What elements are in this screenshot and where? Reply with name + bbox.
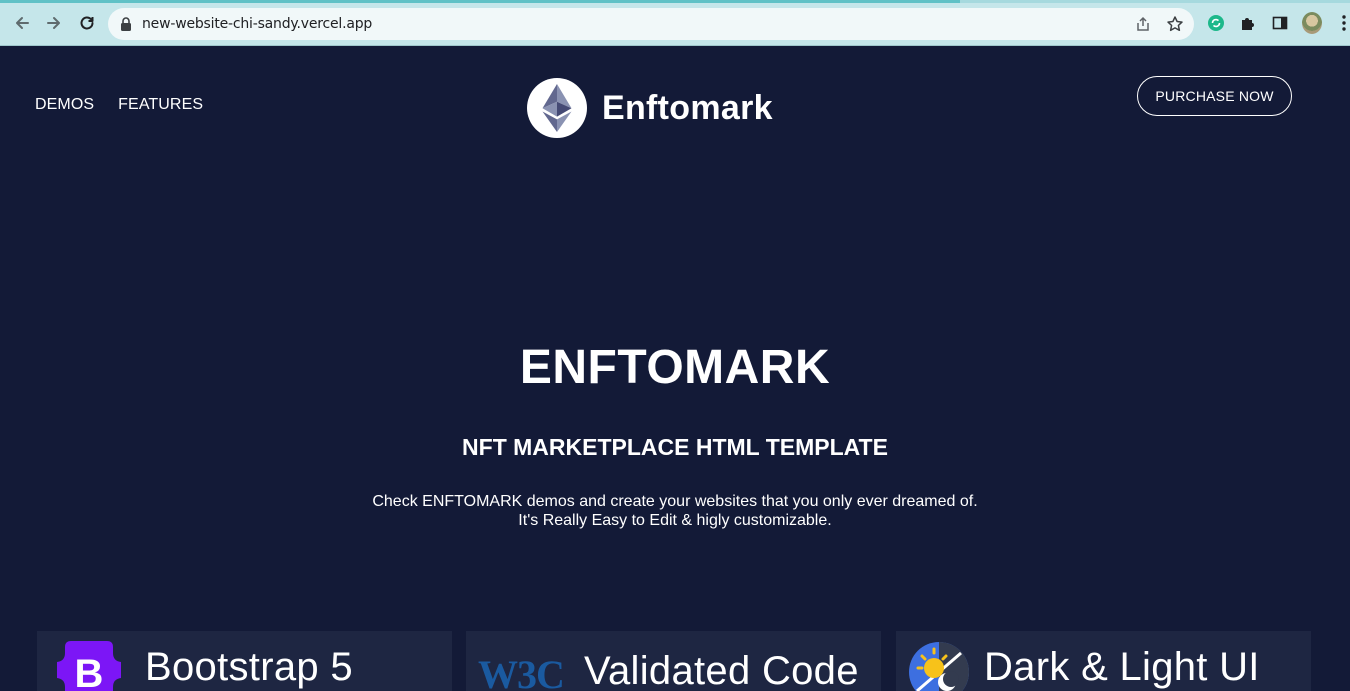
browser-toolbar: new-website-chi-sandy.vercel.app <box>0 0 1350 46</box>
lock-icon[interactable] <box>120 17 132 36</box>
profile-avatar[interactable] <box>1302 12 1322 34</box>
address-bar[interactable]: new-website-chi-sandy.vercel.app <box>108 8 1194 40</box>
ethereum-icon <box>527 78 587 138</box>
svg-text:B: B <box>75 652 104 691</box>
feature-label-bootstrap: Bootstrap 5 <box>145 645 353 689</box>
tab-strip <box>960 0 1350 3</box>
tab-indicator <box>0 0 960 3</box>
brand-name: Enftomark <box>602 88 773 127</box>
feature-label-dark-light: Dark & Light UI <box>984 645 1260 689</box>
feature-card-dark-light: Dark & Light UI <box>896 631 1311 691</box>
feature-card-w3c: W3C Validated Code <box>466 631 881 691</box>
puzzle-icon[interactable] <box>1238 13 1258 33</box>
share-icon[interactable] <box>1134 15 1152 38</box>
hero-description-line-2: It's Really Easy to Edit & higly customi… <box>518 512 832 529</box>
w3c-logo: W3C <box>478 652 565 691</box>
main-nav: DEMOS FEATURES <box>35 96 203 114</box>
purchase-now-button[interactable]: PURCHASE NOW <box>1137 76 1292 116</box>
hero-subtitle: NFT MARKETPLACE HTML TEMPLATE <box>462 434 888 460</box>
extension-sync-icon[interactable] <box>1206 13 1226 33</box>
back-icon[interactable] <box>11 12 33 34</box>
forward-icon[interactable] <box>43 12 65 34</box>
brand-logo-link[interactable]: Enftomark <box>527 78 773 138</box>
dark-light-icon <box>908 641 970 691</box>
hero-description-line-1: Check ENFTOMARK demos and create your we… <box>372 493 978 510</box>
nav-demos[interactable]: DEMOS <box>35 96 94 114</box>
sidebar-icon[interactable] <box>1270 13 1290 33</box>
hero-description: Check ENFTOMARK demos and create your we… <box>0 492 1350 530</box>
star-icon[interactable] <box>1166 15 1184 38</box>
bootstrap-icon: B <box>51 641 127 691</box>
url-text[interactable]: new-website-chi-sandy.vercel.app <box>142 16 372 32</box>
menu-dots-icon[interactable] <box>1334 13 1350 33</box>
hero-title: ENFTOMARK <box>519 341 831 394</box>
feature-card-bootstrap: B Bootstrap 5 <box>37 631 452 691</box>
feature-label-w3c: Validated Code <box>584 649 859 691</box>
nav-features[interactable]: FEATURES <box>118 96 203 114</box>
reload-icon[interactable] <box>76 12 98 34</box>
